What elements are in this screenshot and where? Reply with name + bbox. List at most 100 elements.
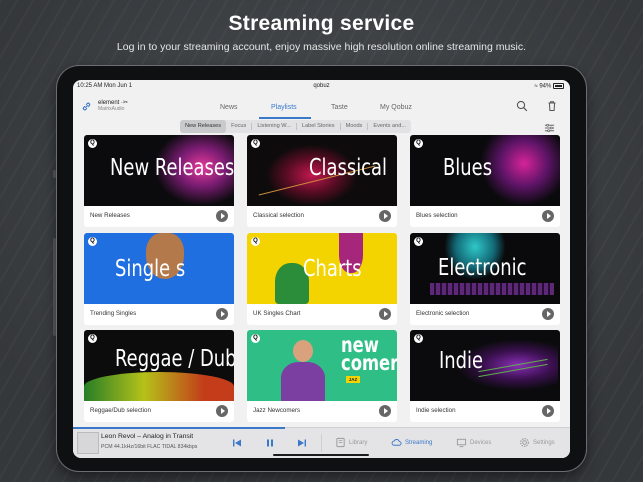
qobuz-badge-icon: Q xyxy=(88,237,97,246)
playlist-card-blues[interactable]: Q Blues Blues selection xyxy=(410,135,560,227)
battery-icon xyxy=(553,83,564,89)
qobuz-badge-icon: Q xyxy=(414,334,423,343)
play-icon xyxy=(220,213,225,219)
chip-moods[interactable]: Moods xyxy=(341,120,368,133)
status-bar: 10:25 AM Mon Jun 1 qobuz ≈ 94% xyxy=(73,80,570,92)
tab-taste[interactable]: Taste xyxy=(331,104,348,111)
status-app-name: qobuz xyxy=(313,83,330,89)
play-icon xyxy=(220,408,225,414)
playlist-art-title: Indie xyxy=(439,348,484,374)
play-button[interactable] xyxy=(542,308,554,320)
playlist-art-title: Classical xyxy=(309,155,388,181)
playlist-card-classical[interactable]: Q Classical Classical selection xyxy=(247,135,397,227)
device-volume-button xyxy=(53,238,56,336)
playlist-caption: UK Singles Chart xyxy=(253,310,301,317)
playlist-artwork: Q Indie xyxy=(410,330,560,401)
now-playing-bar[interactable]: Leon Revol – Analog in Transit PCM 44.1k… xyxy=(73,427,570,458)
device-side-button xyxy=(53,170,56,178)
account-name[interactable]: element ·✂ xyxy=(98,99,128,106)
tab-devices-label: Devices xyxy=(470,439,492,446)
promo-subtitle: Log in to your streaming account, enjoy … xyxy=(116,41,527,53)
trash-icon[interactable] xyxy=(546,99,558,111)
cloud-icon xyxy=(391,439,402,446)
previous-track-button[interactable] xyxy=(231,436,243,448)
status-battery: ≈ 94% xyxy=(534,83,564,90)
playlist-card-singles[interactable]: Q Single s Trending Singles xyxy=(84,233,234,325)
tab-streaming[interactable]: Streaming xyxy=(391,437,432,448)
account-link-icon[interactable] xyxy=(81,99,92,111)
chip-listening[interactable]: Listening W... xyxy=(252,120,296,133)
playlist-artwork: Q Single s xyxy=(84,233,234,304)
tab-library-label: Library xyxy=(349,439,368,446)
tab-playlists[interactable]: Playlists xyxy=(271,104,297,111)
play-icon xyxy=(383,213,388,219)
promo-title: Streaming service xyxy=(228,12,415,35)
qobuz-badge-icon: Q xyxy=(88,139,97,148)
filter-icon[interactable] xyxy=(544,120,555,133)
playlist-card-reggae[interactable]: Q Reggae / Dub Reggae/Dub selection xyxy=(84,330,234,422)
home-indicator[interactable] xyxy=(273,453,369,456)
playlist-card-jazz-newcomers[interactable]: Q new comers JAZ Jazz Newcomers xyxy=(247,330,397,422)
playlist-art-title: Electronic xyxy=(438,255,527,281)
play-button[interactable] xyxy=(379,308,391,320)
active-tab-indicator xyxy=(259,117,311,119)
play-button[interactable] xyxy=(216,308,228,320)
playlist-artwork: Q New Releases xyxy=(84,135,234,206)
pause-icon xyxy=(267,439,273,447)
playlist-artwork: Q new comers JAZ xyxy=(247,330,397,401)
app-screen: 10:25 AM Mon Jun 1 qobuz ≈ 94% element ·… xyxy=(73,80,570,458)
playlist-art-title: Single s xyxy=(115,256,186,282)
play-button[interactable] xyxy=(379,405,391,417)
qobuz-badge-icon: Q xyxy=(251,139,260,148)
wifi-icon: ≈ xyxy=(534,83,538,90)
devices-icon xyxy=(456,438,467,448)
tab-news[interactable]: News xyxy=(220,104,238,111)
playlist-caption: Reggae/Dub selection xyxy=(90,407,151,414)
playlist-caption: Indie selection xyxy=(416,407,456,414)
play-button[interactable] xyxy=(542,405,554,417)
top-navigation: element ·✂ MatrixAudio News Playlists Ta… xyxy=(73,94,570,119)
play-icon xyxy=(383,408,388,414)
tab-devices[interactable]: Devices xyxy=(456,437,491,448)
playlist-caption: Electronic selection xyxy=(416,310,470,317)
tab-my-qobuz[interactable]: My Qobuz xyxy=(380,104,412,111)
tab-settings[interactable]: Settings xyxy=(519,437,555,448)
qobuz-badge-icon: Q xyxy=(251,334,260,343)
next-track-button[interactable] xyxy=(296,436,308,448)
now-playing-title: Leon Revol – Analog in Transit xyxy=(101,433,194,440)
playlist-art-title: Charts xyxy=(303,256,362,282)
chip-focus[interactable]: Focus xyxy=(226,120,251,133)
account-provider: MatrixAudio xyxy=(98,106,125,112)
playlist-card-indie[interactable]: Q Indie Indie selection xyxy=(410,330,560,422)
tab-settings-label: Settings xyxy=(533,439,555,446)
playback-progress[interactable] xyxy=(73,427,285,429)
play-button[interactable] xyxy=(216,210,228,222)
play-button[interactable] xyxy=(542,210,554,222)
battery-level: 94% xyxy=(539,83,552,90)
playlist-art-title: Blues xyxy=(443,155,493,181)
previous-icon xyxy=(233,439,241,447)
playlist-artwork: Q Blues xyxy=(410,135,560,206)
tab-library[interactable]: Library xyxy=(335,437,367,448)
qobuz-badge-icon: Q xyxy=(251,237,260,246)
play-button[interactable] xyxy=(379,210,391,222)
play-button[interactable] xyxy=(216,405,228,417)
playlist-artwork: Q Electronic xyxy=(410,233,560,304)
tab-streaming-label: Streaming xyxy=(405,439,433,446)
playlist-art-title: new comers xyxy=(341,333,397,375)
playlist-caption: Trending Singles xyxy=(90,310,137,317)
library-icon xyxy=(336,437,345,448)
playlist-card-electronic[interactable]: Q Electronic Electronic selection xyxy=(410,233,560,325)
pause-button[interactable] xyxy=(264,436,276,448)
qobuz-badge-icon: Q xyxy=(414,237,423,246)
playlist-card-new-releases[interactable]: Q New Releases New Releases xyxy=(84,135,234,227)
search-icon[interactable] xyxy=(516,99,528,112)
chip-new-releases[interactable]: New Releases xyxy=(180,120,227,133)
playlist-artwork: Q Classical xyxy=(247,135,397,206)
album-cover[interactable] xyxy=(77,432,99,454)
playlist-artwork: Q Charts xyxy=(247,233,397,304)
chip-events[interactable]: Events and... xyxy=(368,120,411,133)
chip-label-stories[interactable]: Label Stories xyxy=(297,120,340,133)
playlist-card-charts[interactable]: Q Charts UK Singles Chart xyxy=(247,233,397,325)
playlist-art-title: Reggae / Dub xyxy=(115,346,234,372)
